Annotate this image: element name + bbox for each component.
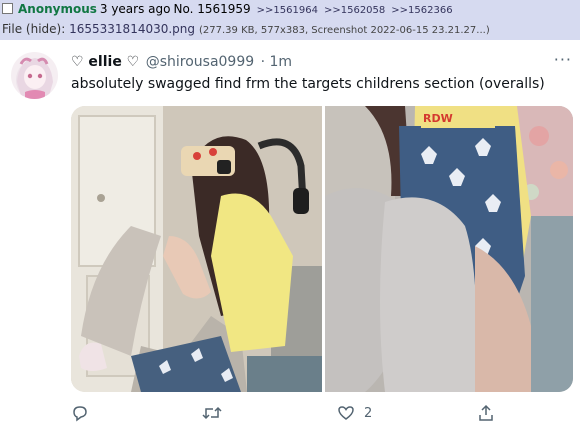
more-options-icon[interactable]: ···	[554, 52, 572, 68]
tweet-text: absolutely swagged find frm the targets …	[71, 76, 545, 92]
file-label: File	[2, 22, 23, 36]
poster-name: Anonymous	[18, 2, 97, 16]
svg-text:RDW: RDW	[423, 112, 453, 125]
hide-file-link[interactable]: (hide)	[26, 22, 61, 36]
tweet-author-line: ♡ ellie ♡ @shirousa0999 · 1m	[71, 53, 571, 73]
backlink[interactable]: >>1561964	[257, 5, 318, 16]
reply-icon	[71, 404, 89, 422]
tweet-actions: 2	[71, 402, 571, 424]
tweet-media[interactable]: RDW	[71, 106, 573, 392]
file-info: File (hide): 1655331814030.png (277.39 KB…	[0, 20, 580, 40]
post-number[interactable]: No. 1561959	[173, 2, 250, 16]
share-button[interactable]	[477, 402, 495, 424]
photo-overalls-closeup[interactable]: RDW	[325, 106, 573, 392]
file-meta: (277.39 KB, 577x383, Screenshot 2022-06-…	[199, 25, 490, 36]
display-name[interactable]: ♡ ellie ♡	[71, 54, 139, 70]
tweet-time[interactable]: · 1m	[261, 54, 292, 70]
retweet-icon	[202, 404, 222, 422]
tweet-screenshot[interactable]: ♡ ellie ♡ @shirousa0999 · 1m ··· absolut…	[0, 40, 580, 434]
file-link[interactable]: 1655331814030.png	[69, 22, 195, 36]
avatar[interactable]	[11, 52, 58, 99]
like-count: 2	[364, 405, 373, 421]
file-separator: :	[61, 22, 66, 36]
retweet-button[interactable]	[202, 402, 222, 424]
post-checkbox[interactable]	[2, 3, 13, 14]
reply-button[interactable]	[71, 402, 89, 424]
like-button[interactable]: 2	[337, 402, 372, 424]
backlink[interactable]: >>1562058	[324, 5, 385, 16]
backlink[interactable]: >>1562366	[391, 5, 452, 16]
photo-mirror-selfie[interactable]	[71, 106, 322, 392]
user-handle[interactable]: @shirousa0999	[146, 54, 254, 70]
share-icon	[477, 404, 495, 422]
post-header: Anonymous 3 years ago No. 1561959 >>1561964…	[0, 0, 580, 20]
post-date: 3 years ago	[99, 2, 171, 16]
heart-icon	[337, 404, 355, 422]
